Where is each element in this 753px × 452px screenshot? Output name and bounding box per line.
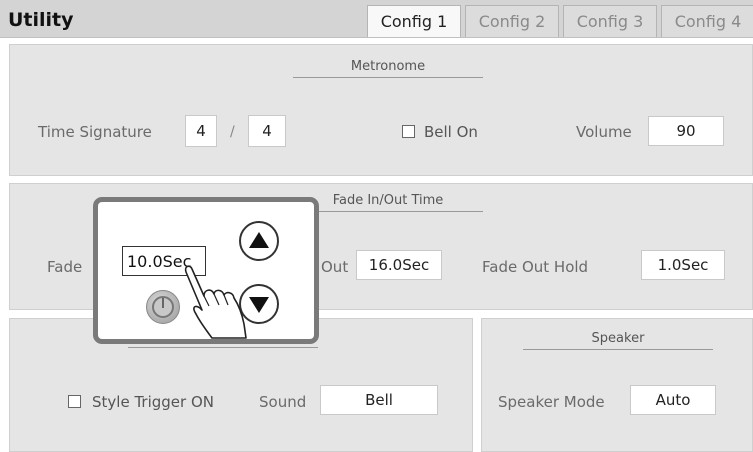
bell-on-label: Bell On: [424, 123, 478, 141]
sound-label: Sound: [259, 393, 307, 411]
value-edit-popup: 10.0Sec: [93, 197, 319, 344]
fade-in-label: Fade: [47, 258, 83, 276]
pointing-hand-icon: [184, 265, 247, 339]
speaker-panel: Speaker Speaker Mode Auto: [481, 318, 753, 452]
tab-config-2[interactable]: Config 2: [465, 5, 559, 37]
increment-button[interactable]: [239, 221, 279, 261]
speaker-mode-field[interactable]: Auto: [630, 385, 716, 415]
fade-title-underline: [293, 211, 483, 212]
speaker-section-title: Speaker: [591, 331, 645, 346]
page-title: Utility: [8, 9, 74, 31]
metronome-section-title: Metronome: [350, 59, 426, 74]
triangle-up-icon: [249, 232, 269, 248]
style-title-underline: [128, 347, 318, 348]
volume-label: Volume: [576, 123, 632, 141]
fade-out-hold-value-field[interactable]: 1.0Sec: [641, 250, 725, 280]
knob-indicator: [162, 298, 164, 308]
speaker-mode-label: Speaker Mode: [498, 393, 605, 411]
time-signature-separator: /: [230, 124, 235, 140]
volume-value-field[interactable]: 90: [648, 116, 724, 146]
fade-section-title: Fade In/Out Time: [332, 193, 444, 208]
sound-value-field[interactable]: Bell: [320, 385, 438, 415]
power-knob-icon[interactable]: [146, 290, 180, 324]
header-bar: Utility Config 1 Config 2 Config 3 Confi…: [0, 0, 753, 38]
time-signature-label: Time Signature: [38, 123, 152, 141]
bell-on-checkbox[interactable]: [402, 125, 415, 138]
metronome-title-underline: [293, 77, 483, 78]
time-signature-denominator[interactable]: 4: [248, 115, 286, 147]
speaker-title-underline: [523, 349, 713, 350]
time-signature-numerator[interactable]: 4: [185, 115, 217, 147]
style-trigger-label: Style Trigger ON: [92, 393, 214, 411]
fade-out-value-field[interactable]: 16.0Sec: [356, 250, 442, 280]
tab-config-4[interactable]: Config 4: [661, 5, 753, 37]
tab-config-1[interactable]: Config 1: [367, 5, 461, 37]
fade-out-label: Out: [321, 258, 349, 276]
metronome-panel: Metronome Time Signature 4 / 4 Bell On V…: [9, 44, 753, 176]
style-trigger-checkbox[interactable]: [68, 395, 81, 408]
tab-config-3[interactable]: Config 3: [563, 5, 657, 37]
fade-out-hold-label: Fade Out Hold: [482, 258, 589, 276]
